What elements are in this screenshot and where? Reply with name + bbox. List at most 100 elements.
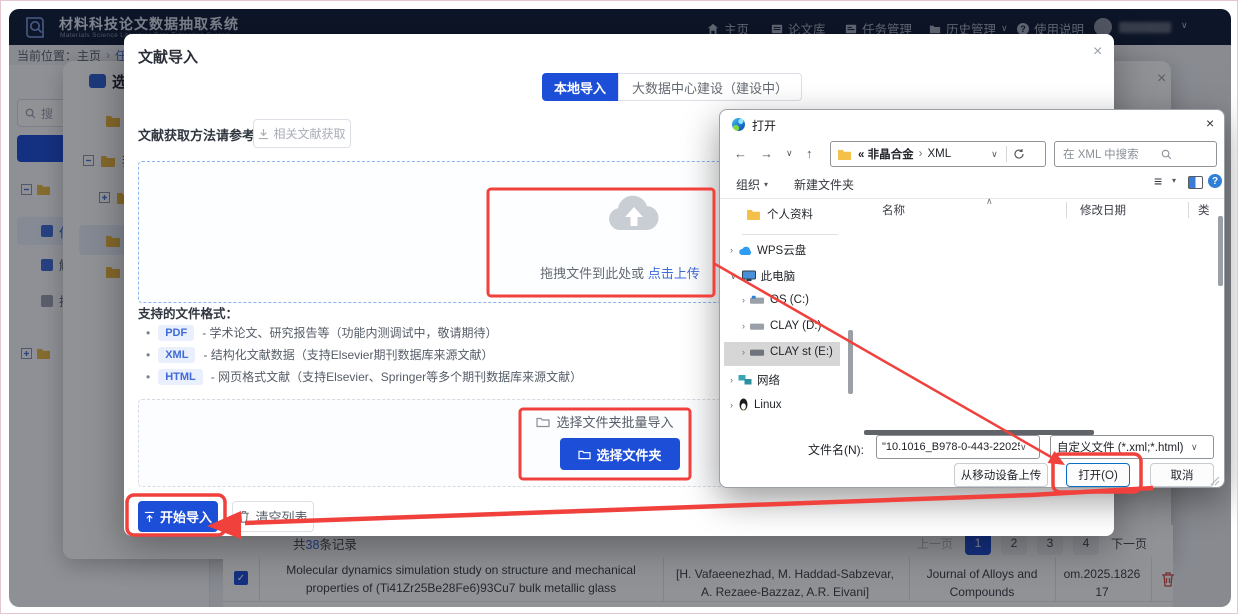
tree-item-profile[interactable]: 个人资料 (746, 206, 813, 222)
divider (1188, 202, 1189, 218)
screenshot-stage: 材料科技论文数据抽取系统 Materials Science Literatur… (0, 0, 1238, 614)
chevron-right-icon: › (730, 375, 733, 385)
filename-input[interactable]: "10.1016_B978-0-443-22025-8 ∨ (876, 435, 1040, 459)
clear-list-button[interactable]: 清空列表 (232, 501, 314, 532)
view-list-icon[interactable]: ≡ (1154, 173, 1162, 189)
cloud-upload-icon (607, 190, 661, 232)
tree-scrollbar[interactable] (848, 330, 853, 394)
format-tag: HTML (158, 369, 203, 385)
bullet-icon: • (146, 370, 150, 384)
upload-icon (144, 511, 155, 523)
tree-item-linux[interactable]: › Linux (730, 398, 782, 411)
folder-icon (578, 449, 591, 460)
column-date[interactable]: 修改日期 (1080, 202, 1126, 218)
chevron-down-icon[interactable]: ∨ (1020, 442, 1027, 453)
chevron-right-icon: › (742, 295, 745, 305)
view-caret-icon[interactable]: ▾ (1172, 176, 1176, 185)
upload-click-link[interactable]: 点击上传 (648, 266, 700, 281)
filetype-select[interactable]: 自定义文件 (*.xml;*.html) ∨ (1050, 435, 1214, 459)
address-chevron-icon[interactable]: ∨ (991, 149, 998, 160)
address-bar[interactable]: « 非晶合金 › XML ∨ (830, 141, 1046, 167)
tab-local-import[interactable]: 本地导入 (542, 73, 618, 101)
chevron-right-icon: › (919, 148, 923, 160)
computer-icon (742, 270, 756, 282)
format-item-pdf: • PDF - 学术论文、研究报告等（功能内测调试中，敬请期待） (146, 324, 498, 341)
bullet-icon: • (146, 348, 150, 362)
dialog-title: 打开 (752, 117, 776, 134)
format-item-html: • HTML - 网页格式文献（支持Elsevier、Springer等多个期刊… (146, 368, 582, 385)
resize-grip[interactable] (1210, 476, 1220, 486)
divider (1066, 202, 1067, 218)
refresh-icon[interactable] (1013, 148, 1025, 160)
filename-value: "10.1016_B978-0-443-22025-8 (882, 441, 1020, 453)
back-icon[interactable]: ← (734, 146, 747, 161)
column-type[interactable]: 类 (1198, 202, 1210, 218)
cloud-icon (738, 245, 752, 256)
choose-folder-button[interactable]: 选择文件夹 (560, 438, 680, 470)
column-name[interactable]: 名称 (882, 202, 905, 218)
tree-item-network[interactable]: › 网络 (730, 372, 780, 388)
filename-label: 文件名(N): (808, 441, 864, 458)
tree-item-clay-d[interactable]: › CLAY (D:) (742, 320, 821, 332)
search-icon (1161, 149, 1172, 160)
open-button[interactable]: 打开(O) (1066, 463, 1130, 487)
chevron-right-icon: › (742, 321, 745, 331)
ref-download-button[interactable]: 相关文献获取 (253, 119, 351, 148)
cancel-button[interactable]: 取消 (1150, 463, 1214, 487)
start-import-button[interactable]: 开始导入 (138, 501, 218, 532)
folder-icon (746, 208, 761, 220)
organize-menu[interactable]: 组织 ▾ (736, 176, 768, 193)
format-desc: - 结构化文献数据（支持Elsevier期刊数据库来源文献） (203, 346, 493, 363)
divider (720, 198, 1224, 199)
address-parent[interactable]: « 非晶合金 (858, 146, 914, 162)
upload-hint: 拖拽文件到此处或 (540, 266, 644, 281)
chevron-right-icon: › (742, 347, 745, 357)
dialog-close-icon[interactable]: × (1206, 115, 1214, 131)
forward-icon[interactable]: → (760, 146, 773, 161)
formats-title: 支持的文件格式： (138, 303, 238, 322)
address-current[interactable]: XML (927, 148, 951, 160)
mobile-upload-button[interactable]: 从移动设备上传 (954, 463, 1048, 487)
drive-icon (750, 347, 765, 357)
chevron-down-icon: ∨ (1191, 442, 1198, 453)
tree-item-wps[interactable]: › WPS云盘 (730, 242, 806, 258)
new-folder-button[interactable]: 新建文件夹 (794, 176, 854, 193)
chevron-down-icon: ∨ (730, 271, 737, 282)
tree-item-clay-e[interactable]: › CLAY st (E:) (742, 346, 833, 358)
format-desc: - 学术论文、研究报告等（功能内测调试中，敬请期待） (202, 324, 497, 341)
modal-title: 文献导入 (138, 46, 198, 67)
bullet-icon: • (146, 326, 150, 340)
up-icon[interactable]: ↑ (806, 146, 813, 161)
list-vscrollbar[interactable] (1218, 216, 1223, 286)
preview-pane-icon[interactable] (1188, 176, 1203, 189)
tree-item-thispc[interactable]: ∨ 此电脑 (730, 268, 795, 284)
drive-icon (750, 321, 765, 331)
search-box[interactable]: 在 XML 中搜索 (1054, 141, 1217, 167)
recent-chevron-icon[interactable]: ∨ (786, 148, 793, 159)
drive-icon (750, 295, 765, 305)
network-icon (738, 374, 752, 386)
format-tag: XML (158, 347, 195, 363)
file-open-dialog: 打开 × ← → ∨ ↑ « 非晶合金 › XML ∨ 在 XML 中搜索 组织… (719, 109, 1225, 488)
caret-down-icon: ▾ (764, 180, 768, 189)
edge-icon (732, 118, 745, 131)
tab-bigdata-center[interactable]: 大数据中心建设（建设中） (618, 73, 802, 101)
format-tag: PDF (158, 325, 194, 341)
modal-close-icon[interactable]: × (1093, 44, 1102, 60)
sort-asc-icon: ∧ (986, 196, 993, 207)
format-item-xml: • XML - 结构化文献数据（支持Elsevier期刊数据库来源文献） (146, 346, 493, 363)
folder-open-icon (536, 416, 550, 428)
chevron-right-icon: › (730, 245, 733, 255)
linux-penguin-icon (738, 398, 749, 411)
search-placeholder: 在 XML 中搜索 (1063, 146, 1139, 162)
help-icon[interactable]: ? (1208, 174, 1222, 188)
filetype-value: 自定义文件 (*.xml;*.html) (1057, 439, 1191, 455)
folder-icon (837, 148, 852, 160)
download-icon (258, 128, 269, 140)
divider (742, 234, 838, 235)
divider (1006, 146, 1007, 162)
tree-item-os-c[interactable]: › OS (C:) (742, 294, 809, 306)
chevron-right-icon: › (730, 400, 733, 410)
trash-icon (238, 510, 250, 523)
ref-label: 文献获取方法请参考： (138, 125, 268, 144)
